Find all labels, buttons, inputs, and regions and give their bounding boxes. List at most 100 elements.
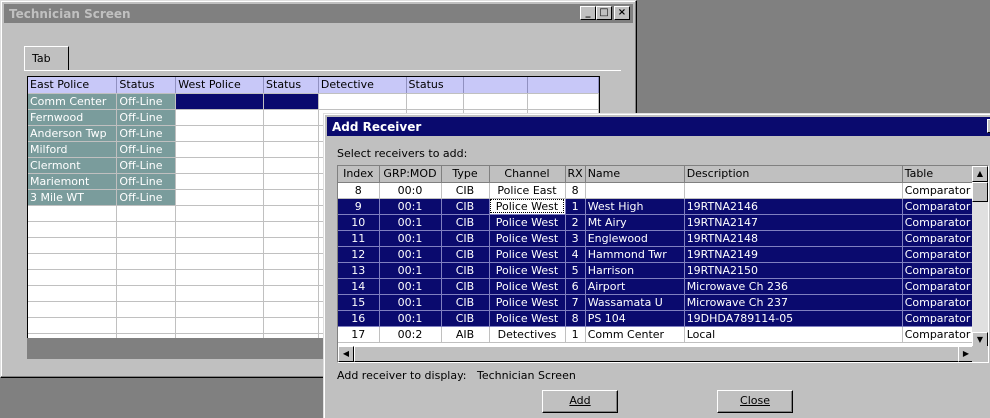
grid-cell[interactable] bbox=[263, 125, 319, 142]
grid-cell[interactable] bbox=[116, 269, 177, 286]
grid-cell[interactable]: Comm Center bbox=[28, 93, 118, 110]
grid-cell[interactable] bbox=[263, 237, 319, 254]
grid-column-header[interactable] bbox=[463, 77, 528, 94]
receiver-cell-description[interactable]: 19RTNA2148 bbox=[684, 230, 903, 247]
grid-cell[interactable] bbox=[263, 157, 319, 174]
receiver-cell-rx[interactable]: 3 bbox=[565, 230, 586, 247]
grid-cell[interactable]: Fernwood bbox=[28, 109, 118, 126]
grid-cell[interactable] bbox=[28, 317, 118, 334]
receiver-cell-channel[interactable]: Police East bbox=[489, 182, 566, 199]
scroll-thumb[interactable] bbox=[972, 182, 988, 202]
grid-cell[interactable] bbox=[263, 285, 319, 302]
receiver-row[interactable]: 8 00:0 CIB Police East 8 Comparator bbox=[338, 182, 977, 199]
receiver-cell-type[interactable]: CIB bbox=[441, 262, 490, 279]
receiver-cell-name[interactable]: Mt Airy bbox=[585, 214, 685, 231]
receiver-cell-table[interactable]: Comparator bbox=[902, 198, 977, 215]
receiver-cell-description[interactable]: 19RTNA2147 bbox=[684, 214, 903, 231]
receiver-cell-rx[interactable]: 5 bbox=[565, 262, 586, 279]
receiver-cell-table[interactable]: Comparator bbox=[902, 182, 977, 199]
receiver-cell-description[interactable]: 19RTNA2146 bbox=[684, 198, 903, 215]
receiver-cell-rx[interactable]: 6 bbox=[565, 278, 586, 295]
grid-cell[interactable]: Anderson Twp bbox=[28, 125, 118, 142]
receiver-row[interactable]: 15 00:1 CIB Police West 7 Wassamata U Microwav… bbox=[338, 294, 977, 311]
grid-cell[interactable]: Off-Line bbox=[116, 109, 177, 126]
receiver-cell-name[interactable]: Harrison bbox=[585, 262, 685, 279]
receiver-cell-rx[interactable]: 1 bbox=[565, 198, 586, 215]
grid-cell[interactable] bbox=[28, 237, 118, 254]
grid-cell[interactable]: Off-Line bbox=[116, 125, 177, 142]
grid-column-header[interactable] bbox=[527, 77, 599, 94]
minimize-button[interactable]: _ bbox=[580, 6, 596, 20]
grid-cell[interactable] bbox=[263, 109, 319, 126]
grid-cell[interactable] bbox=[263, 189, 319, 206]
receiver-row[interactable]: 10 00:1 CIB Police West 2 Mt Airy 19RTNA2147 Co… bbox=[338, 214, 977, 231]
receiver-cell-type[interactable]: CIB bbox=[441, 246, 490, 263]
receiver-cell-table[interactable]: Comparator bbox=[902, 310, 977, 327]
grid-cell[interactable] bbox=[28, 269, 118, 286]
list-column-header[interactable]: GRP:MOD bbox=[379, 166, 442, 183]
grid-cell[interactable] bbox=[175, 221, 265, 238]
receiver-cell-channel[interactable]: Police West bbox=[489, 310, 566, 327]
grid-cell[interactable]: Off-Line bbox=[116, 173, 177, 190]
receiver-cell-description[interactable]: 19DHDA789114-05 bbox=[684, 310, 903, 327]
receiver-cell-table[interactable]: Comparator bbox=[902, 230, 977, 247]
grid-cell[interactable] bbox=[263, 317, 319, 334]
receiver-row[interactable]: 12 00:1 CIB Police West 4 Hammond Twr 19RTNA21… bbox=[338, 246, 977, 263]
receiver-cell-index[interactable]: 14 bbox=[338, 278, 380, 295]
receiver-cell-rx[interactable]: 1 bbox=[565, 326, 586, 343]
receiver-cell-index[interactable]: 11 bbox=[338, 230, 380, 247]
receiver-cell-table[interactable]: Comparator bbox=[902, 326, 977, 343]
receiver-cell-index[interactable]: 12 bbox=[338, 246, 380, 263]
grid-cell[interactable] bbox=[28, 205, 118, 222]
grid-cell[interactable] bbox=[175, 317, 265, 334]
grid-cell[interactable] bbox=[406, 93, 465, 110]
grid-cell[interactable] bbox=[175, 109, 265, 126]
receiver-list[interactable]: Index GRP:MOD Type Channel RX Name Description… bbox=[337, 165, 989, 363]
receiver-cell-index[interactable]: 13 bbox=[338, 262, 380, 279]
grid-column-header[interactable]: East Police bbox=[28, 77, 118, 94]
dialog-titlebar[interactable]: Add Receiver × bbox=[327, 117, 990, 136]
receiver-cell-name[interactable]: Comm Center bbox=[585, 326, 685, 343]
receiver-cell-name[interactable]: West High bbox=[585, 198, 685, 215]
receiver-cell-channel[interactable]: Police West bbox=[489, 198, 566, 215]
receiver-cell-channel[interactable]: Police West bbox=[489, 262, 566, 279]
receiver-cell-table[interactable]: Comparator bbox=[902, 262, 977, 279]
receiver-cell-name[interactable]: Englewood bbox=[585, 230, 685, 247]
receiver-cell-description[interactable]: Microwave Ch 237 bbox=[684, 294, 903, 311]
receiver-cell-rx[interactable]: 2 bbox=[565, 214, 586, 231]
receiver-cell-table[interactable]: Comparator bbox=[902, 246, 977, 263]
grid-cell[interactable] bbox=[116, 285, 177, 302]
receiver-cell-channel[interactable]: Detectives bbox=[489, 326, 566, 343]
grid-cell[interactable] bbox=[116, 237, 177, 254]
tab-main[interactable]: Tab bbox=[24, 46, 69, 70]
receiver-cell-type[interactable]: CIB bbox=[441, 214, 490, 231]
receiver-cell-channel[interactable]: Police West bbox=[489, 214, 566, 231]
receiver-row[interactable]: 17 00:2 AIB Detectives 1 Comm Center Local Comp… bbox=[338, 326, 977, 343]
grid-cell[interactable] bbox=[28, 301, 118, 318]
receiver-cell-type[interactable]: CIB bbox=[441, 198, 490, 215]
grid-cell[interactable] bbox=[175, 125, 265, 142]
grid-cell[interactable] bbox=[527, 93, 599, 110]
grid-cell[interactable] bbox=[263, 141, 319, 158]
grid-column-header[interactable]: Status bbox=[406, 77, 465, 94]
grid-cell[interactable] bbox=[175, 205, 265, 222]
receiver-row[interactable]: 13 00:1 CIB Police West 5 Harrison 19RTNA2150 C… bbox=[338, 262, 977, 279]
receiver-cell-name[interactable]: Hammond Twr bbox=[585, 246, 685, 263]
receiver-cell-grp[interactable]: 00:1 bbox=[379, 262, 442, 279]
receiver-cell-description[interactable]: 19RTNA2149 bbox=[684, 246, 903, 263]
list-column-header[interactable]: Description bbox=[684, 166, 903, 183]
receiver-cell-name[interactable]: PS 104 bbox=[585, 310, 685, 327]
grid-cell[interactable] bbox=[263, 253, 319, 270]
scroll-left-icon[interactable]: ◀ bbox=[338, 346, 354, 362]
grid-column-header[interactable]: Status bbox=[116, 77, 177, 94]
receiver-row[interactable]: 16 00:1 CIB Police West 8 PS 104 19DHDA789114-… bbox=[338, 310, 977, 327]
grid-cell[interactable] bbox=[263, 221, 319, 238]
grid-cell[interactable] bbox=[28, 285, 118, 302]
receiver-cell-grp[interactable]: 00:1 bbox=[379, 230, 442, 247]
receiver-cell-grp[interactable]: 00:0 bbox=[379, 182, 442, 199]
list-column-header[interactable]: Index bbox=[338, 166, 380, 183]
grid-cell[interactable] bbox=[463, 93, 528, 110]
receiver-cell-grp[interactable]: 00:1 bbox=[379, 214, 442, 231]
grid-cell[interactable]: Clermont bbox=[28, 157, 118, 174]
grid-cell[interactable] bbox=[175, 157, 265, 174]
